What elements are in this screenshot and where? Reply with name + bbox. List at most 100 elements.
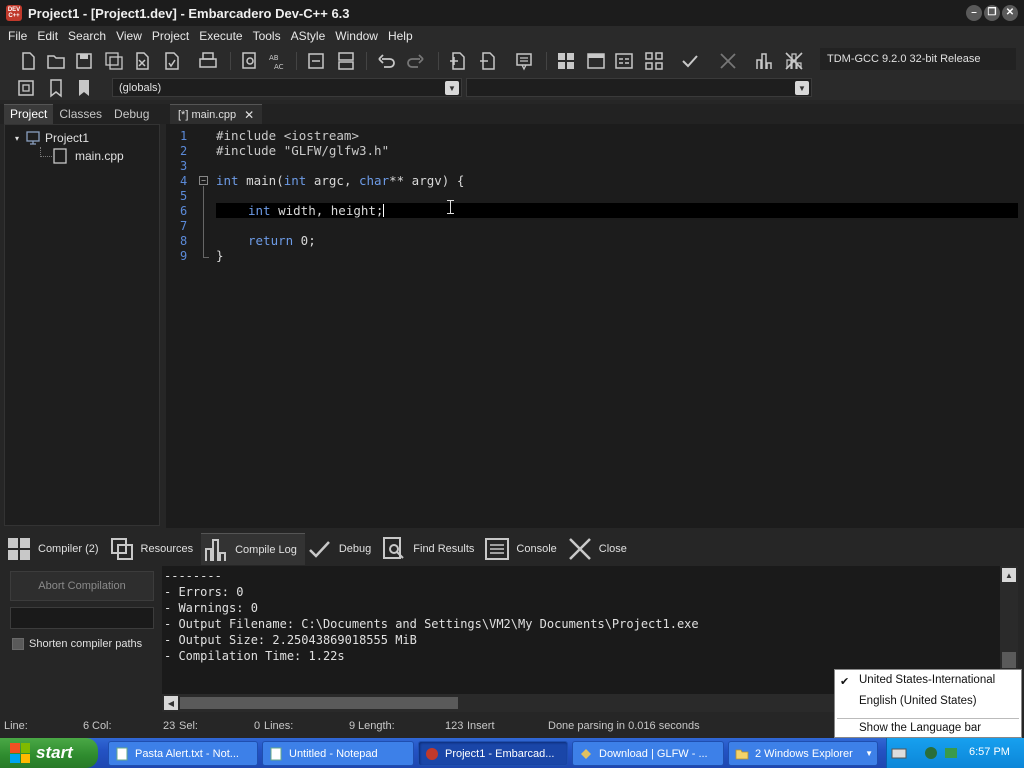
taskbar-item[interactable]: Untitled - Notepad <box>262 741 414 766</box>
chevron-down-icon[interactable]: ▼ <box>445 81 459 95</box>
scrollbar-thumb[interactable] <box>180 697 458 709</box>
compile-icon[interactable] <box>554 50 578 72</box>
line-number-gutter: 1 2 3 4 5 6 7 8 9 <box>166 124 196 528</box>
scroll-left-icon[interactable]: ◀ <box>164 696 178 710</box>
dev-cpp-window: DEV C++ Project1 - [Project1.dev] - Emba… <box>0 0 1024 768</box>
close-panel-icon <box>568 538 591 560</box>
goto-bookmark-icon[interactable] <box>72 77 96 99</box>
scroll-up-icon[interactable]: ▲ <box>1002 568 1016 582</box>
taskbar-item[interactable]: Project1 - Embarcad... <box>418 741 568 766</box>
unindent-icon[interactable] <box>334 50 358 72</box>
indent-icon[interactable] <box>304 50 328 72</box>
new-file-icon[interactable] <box>16 50 40 72</box>
language-menu: ✔ United States-International English (U… <box>834 669 1022 738</box>
security-icon[interactable] <box>943 745 959 761</box>
scope-select[interactable]: (globals) ▼ <box>112 78 462 97</box>
checkbox-box[interactable] <box>12 638 24 650</box>
chevron-down-icon[interactable]: ▼ <box>795 81 809 95</box>
language-option[interactable]: United States-International <box>859 674 995 686</box>
code-text: 0; <box>293 233 316 248</box>
open-folder-icon[interactable] <box>44 50 68 72</box>
log-line: - Output Filename: C:\Documents and Sett… <box>164 617 699 631</box>
tab-main-cpp[interactable]: [*] main.cpp ✕ <box>170 104 263 124</box>
close-all-icon[interactable] <box>160 50 184 72</box>
menu-edit[interactable]: Edit <box>32 29 63 43</box>
tab-compile-log[interactable]: Compile Log <box>201 533 305 565</box>
code-line-9: } <box>216 248 224 263</box>
find-icon[interactable] <box>238 50 262 72</box>
svg-text:AB: AB <box>269 54 279 62</box>
tab-classes[interactable]: Classes <box>53 105 108 124</box>
tree-item-file[interactable]: main.cpp <box>53 148 124 164</box>
save-icon[interactable] <box>72 50 96 72</box>
insert-code-icon[interactable] <box>14 77 38 99</box>
notepad-icon <box>116 747 128 760</box>
syntax-check-icon[interactable] <box>678 50 702 72</box>
compiler-select[interactable]: TDM-GCC 9.2.0 32-bit Release <box>820 48 1016 70</box>
run-icon[interactable] <box>584 50 608 72</box>
keyboard-icon[interactable] <box>891 746 907 760</box>
delete-profile-icon[interactable] <box>782 50 806 72</box>
devcpp-app-icon[interactable]: DEV C++ <box>6 5 22 21</box>
close-window-button[interactable]: ✕ <box>1002 5 1018 21</box>
menu-astyle[interactable]: AStyle <box>286 29 331 43</box>
close-file-icon[interactable] <box>130 50 154 72</box>
menu-tools[interactable]: Tools <box>248 29 286 43</box>
tab-debug[interactable]: Debug <box>108 105 155 124</box>
menu-execute[interactable]: Execute <box>194 29 247 43</box>
new-project-icon[interactable] <box>446 50 470 72</box>
project-options-icon[interactable] <box>512 50 536 72</box>
taskbar-item[interactable]: 2 Windows Explorer ▼ <box>728 741 878 766</box>
taskbar-item[interactable]: Download | GLFW - ... <box>572 741 724 766</box>
close-icon[interactable]: ✕ <box>244 108 254 122</box>
chevron-down-icon[interactable]: ▼ <box>865 749 873 758</box>
tab-label: Console <box>516 543 557 555</box>
print-icon[interactable] <box>196 50 220 72</box>
resources-icon <box>110 538 133 560</box>
abort-compilation-button[interactable]: Abort Compilation <box>10 571 154 601</box>
expand-icon[interactable]: ▾ <box>15 134 19 143</box>
profile-icon[interactable] <box>752 50 776 72</box>
tab-debug-output[interactable]: Debug <box>305 533 379 565</box>
shorten-paths-checkbox[interactable]: Shorten compiler paths <box>12 638 142 650</box>
language-option[interactable]: English (United States) <box>859 695 977 707</box>
tab-find-results[interactable]: Find Results <box>379 533 482 565</box>
fold-toggle-icon[interactable]: − <box>199 176 208 185</box>
tab-project[interactable]: Project <box>4 104 54 124</box>
tree-item-project[interactable]: ▾ Project1 <box>15 130 89 146</box>
tab-compiler[interactable]: Compiler (2) <box>4 533 107 565</box>
project-icon <box>26 131 40 145</box>
menu-view[interactable]: View <box>111 29 147 43</box>
save-all-icon[interactable] <box>102 50 126 72</box>
redo-icon[interactable] <box>404 50 428 72</box>
scrollbar-thumb[interactable] <box>1002 652 1016 668</box>
show-language-bar-option[interactable]: Show the Language bar <box>859 722 981 734</box>
project-name: Project1 <box>45 131 90 145</box>
menu-help[interactable]: Help <box>383 29 418 43</box>
stop-execution-icon[interactable] <box>716 50 740 72</box>
tab-label: Resources <box>140 543 194 555</box>
member-select[interactable]: ▼ <box>466 78 812 97</box>
replace-icon[interactable]: AB AC <box>266 50 290 72</box>
code-editor[interactable]: 1 2 3 4 5 6 7 8 9 − #include <iostream> … <box>166 124 1024 528</box>
menu-search[interactable]: Search <box>63 29 111 43</box>
taskbar-item[interactable]: Pasta Alert.txt - Not... <box>108 741 258 766</box>
menu-file[interactable]: File <box>3 29 32 43</box>
tab-resources[interactable]: Resources <box>107 533 202 565</box>
menu-window[interactable]: Window <box>330 29 383 43</box>
code-text: main( <box>238 173 284 188</box>
remove-from-project-icon[interactable] <box>476 50 500 72</box>
tab-close-panel[interactable]: Close <box>565 533 635 565</box>
maximize-button[interactable]: ❐ <box>984 5 1000 21</box>
toggle-bookmark-icon[interactable] <box>44 77 68 99</box>
tab-console[interactable]: Console <box>482 533 564 565</box>
compile-run-icon[interactable] <box>612 50 636 72</box>
rebuild-all-icon[interactable] <box>642 50 666 72</box>
network-icon[interactable] <box>923 745 939 761</box>
clock[interactable]: 6:57 PM <box>969 746 1010 758</box>
menu-project[interactable]: Project <box>147 29 194 43</box>
minimize-button[interactable]: – <box>966 5 982 21</box>
undo-icon[interactable] <box>374 50 398 72</box>
start-button[interactable]: start <box>0 738 98 768</box>
line-number: 4 <box>180 174 188 188</box>
